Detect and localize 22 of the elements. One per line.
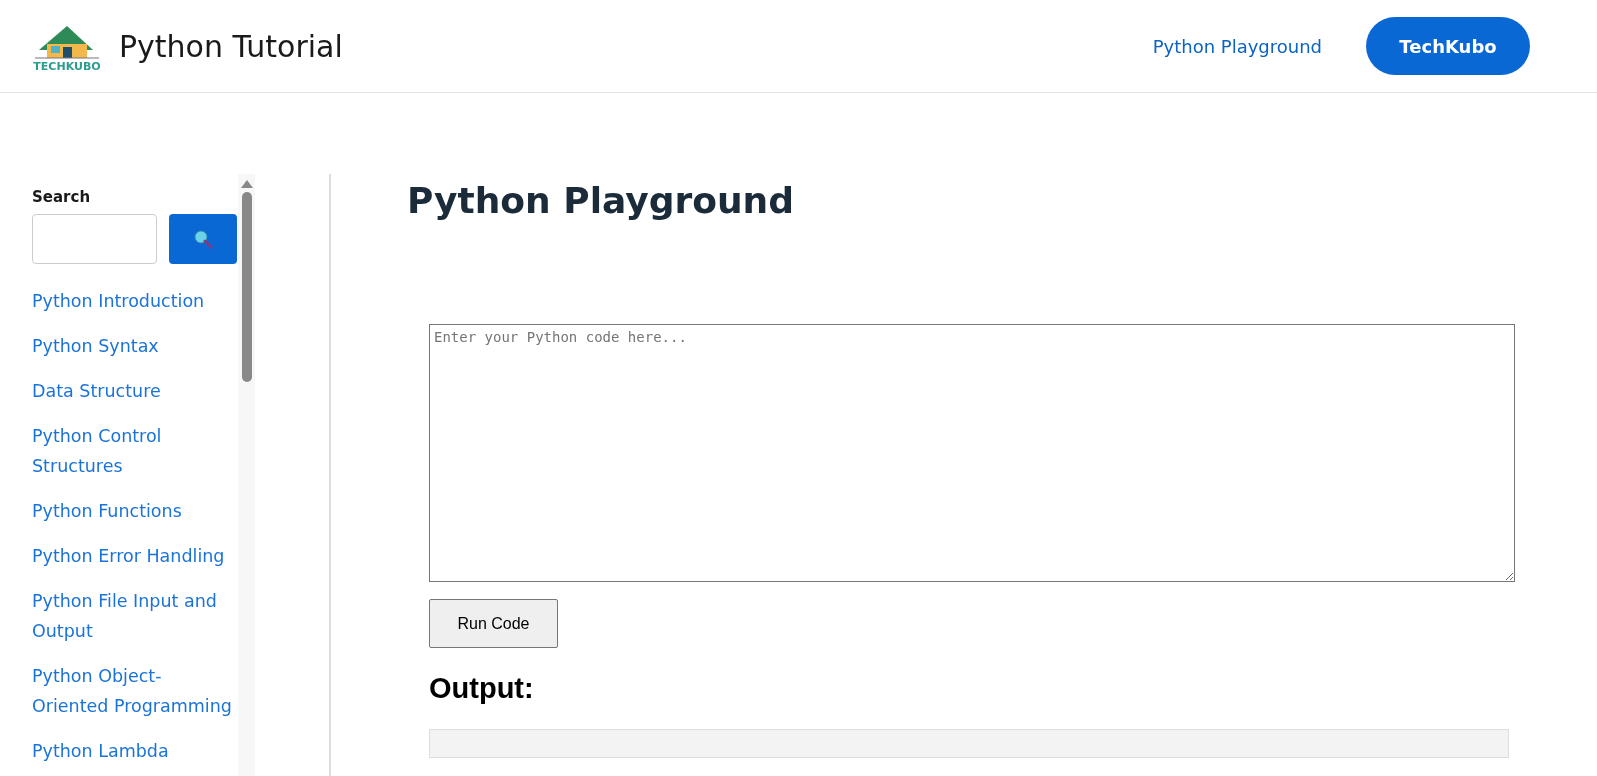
sidebar-link[interactable]: Python File Input and Output: [32, 586, 238, 646]
logo-house-drawing: TECHKUBO: [33, 20, 101, 72]
code-input-field[interactable]: Enter your Python code here...: [429, 324, 1515, 582]
sidebar-link[interactable]: Python Functions: [32, 496, 238, 526]
search-label: Search: [32, 188, 92, 206]
output-heading: Output:: [429, 672, 534, 705]
search-button[interactable]: [169, 214, 237, 264]
sidebar-link[interactable]: Python Object-Oriented Programming: [32, 661, 238, 721]
sidebar-link[interactable]: Python Lambda: [32, 736, 238, 766]
techkubo-button[interactable]: TechKubo: [1366, 17, 1530, 75]
site-title: Python Tutorial: [119, 28, 343, 64]
sidebar-link[interactable]: Data Structure: [32, 376, 238, 406]
page-heading: Python Playground: [407, 179, 794, 221]
search-icon: [193, 229, 213, 249]
nav-link[interactable]: Python Playground: [1152, 35, 1322, 57]
sidebar-link[interactable]: Python Introduction: [32, 286, 238, 316]
run-code-button[interactable]: Run Code: [429, 599, 558, 648]
sidebar-link[interactable]: Python Error Handling: [32, 541, 238, 571]
sidebar-link[interactable]: Python Control Structures: [32, 421, 238, 481]
sidebar-link[interactable]: Python Syntax: [32, 331, 238, 361]
scrollbar[interactable]: [238, 174, 255, 776]
search-field[interactable]: [32, 214, 157, 264]
